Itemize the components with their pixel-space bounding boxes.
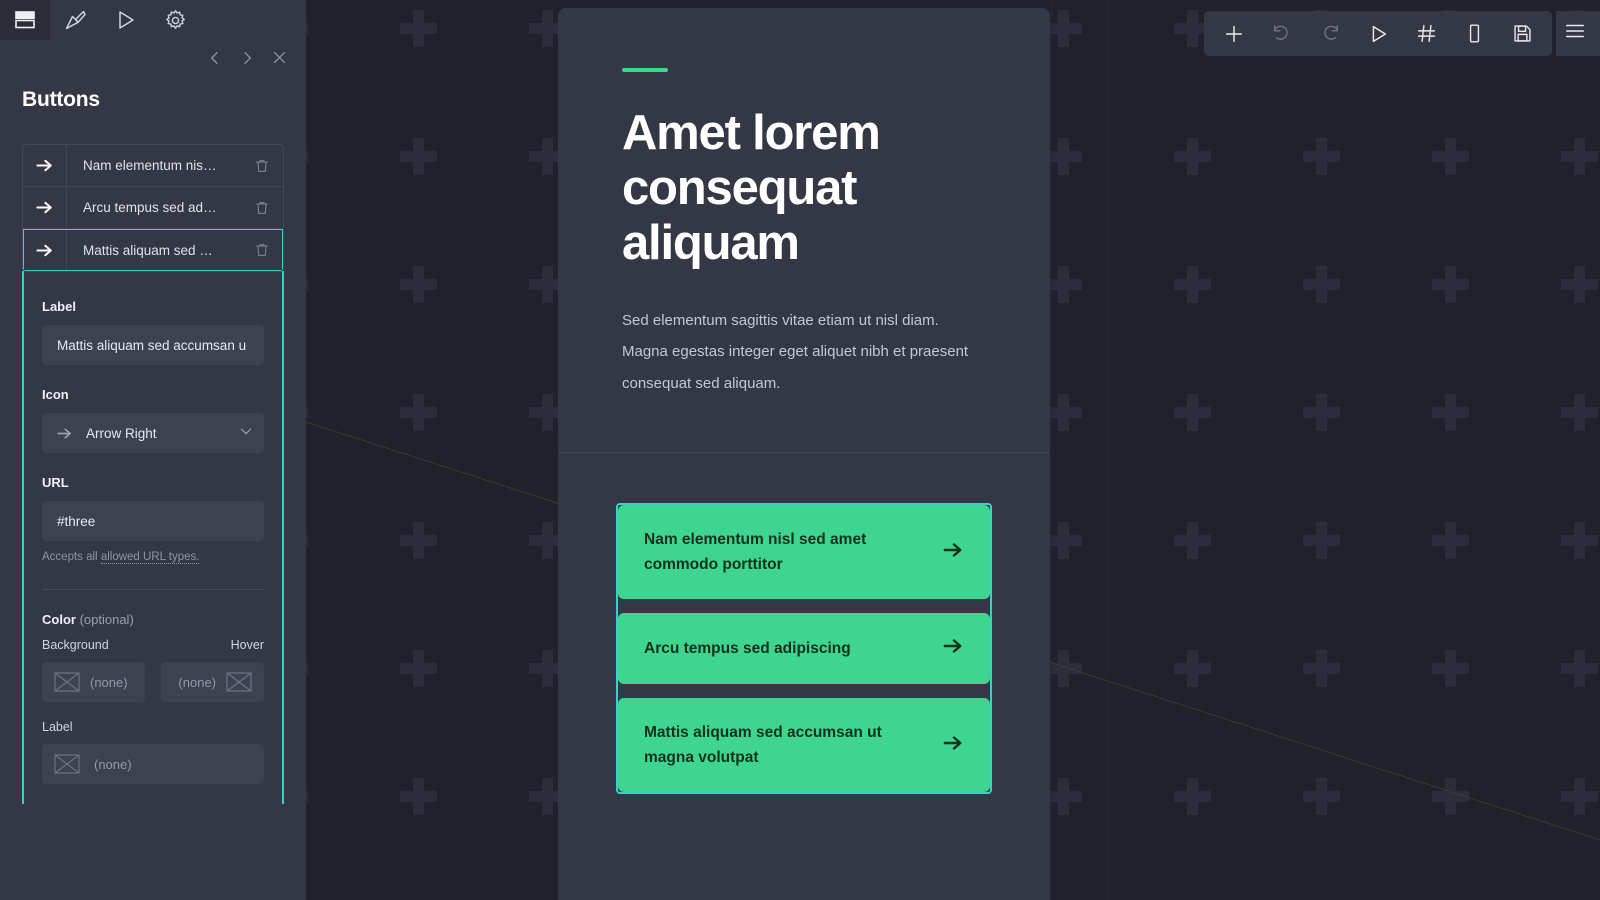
section-divider [42, 589, 264, 590]
button-group-selected[interactable]: Nam elementum nisl sed amet commodo port… [616, 503, 992, 795]
hero-accent-rule [622, 68, 668, 72]
arrow-right-icon [23, 145, 67, 186]
anchors-hash-button[interactable] [1402, 11, 1450, 56]
undo-button[interactable] [1258, 11, 1306, 56]
panel-nav [0, 40, 306, 80]
arrow-right-icon [23, 229, 67, 271]
trash-icon[interactable] [241, 229, 283, 271]
trash-icon[interactable] [241, 145, 283, 186]
no-color-icon [54, 669, 80, 695]
app-root: Amet lorem consequat aliquam Sed element… [0, 0, 1600, 900]
label-input[interactable]: Mattis aliquam sed accumsan u [42, 325, 264, 365]
preview-button-label: Mattis aliquam sed accumsan ut magna vol… [644, 724, 882, 767]
color-section-heading: Color (optional) [42, 612, 264, 627]
hover-color-value: (none) [178, 674, 216, 690]
arrow-right-icon [56, 425, 82, 442]
hover-color-swatch[interactable]: (none) [161, 662, 264, 702]
menu-button[interactable] [1556, 11, 1600, 56]
panel-close-button[interactable] [266, 47, 292, 73]
list-item-label: Nam elementum nis… [83, 158, 217, 173]
preview-button[interactable]: Mattis aliquam sed accumsan ut magna vol… [618, 698, 990, 793]
label-field-caption: Label [42, 299, 76, 314]
panel-next-button[interactable] [234, 47, 260, 73]
left-sidebar: Buttons Nam elementum nis… Arcu tempus s… [0, 0, 306, 900]
panel-prev-button[interactable] [202, 47, 228, 73]
background-color-swatch[interactable]: (none) [42, 662, 145, 702]
play-icon [113, 8, 137, 32]
list-item[interactable]: Arcu tempus sed ad… [23, 187, 283, 229]
url-input[interactable]: #three [42, 501, 264, 541]
no-color-icon [54, 751, 80, 777]
url-field-group: URL #three Accepts all allowed URL types… [42, 475, 264, 564]
redo-button[interactable] [1306, 11, 1354, 56]
label-color-value: (none) [94, 756, 132, 772]
url-help-link[interactable]: allowed URL types. [100, 551, 200, 564]
url-help-text: Accepts all allowed URL types. [42, 551, 264, 564]
list-item-selected[interactable]: Mattis aliquam sed … [23, 229, 283, 271]
tab-preview[interactable] [100, 0, 150, 40]
preview-card[interactable]: Amet lorem consequat aliquam Sed element… [558, 8, 1050, 900]
chevron-left-icon [207, 50, 223, 71]
icon-select[interactable]: Arrow Right [42, 413, 264, 453]
gear-icon [164, 9, 187, 32]
sidebar-tabstrip [0, 0, 306, 40]
preview-button-label: Arcu tempus sed adipiscing [644, 640, 851, 658]
preview-play-button[interactable] [1354, 11, 1402, 56]
icon-field-group: Icon Arrow Right [42, 387, 264, 453]
preview-button[interactable]: Arcu tempus sed adipiscing [618, 613, 990, 685]
tab-style[interactable] [50, 0, 100, 40]
arrow-right-icon [942, 732, 964, 759]
icon-field-caption: Icon [42, 387, 69, 402]
background-color-value: (none) [90, 674, 128, 690]
chevron-down-icon [238, 423, 254, 444]
paintbrush-icon [63, 8, 87, 32]
icon-select-value: Arrow Right [86, 425, 157, 441]
save-button[interactable] [1498, 11, 1546, 56]
hover-caption: Hover [230, 638, 264, 652]
no-color-icon [226, 669, 252, 695]
color-swatch-row: (none) (none) [42, 662, 264, 702]
arrow-right-icon [942, 635, 964, 662]
url-help-prefix: Accepts all [42, 551, 101, 563]
responsive-mobile-button[interactable] [1450, 11, 1498, 56]
panel-scroll-area[interactable]: Nam elementum nis… Arcu tempus sed ad… M… [0, 112, 306, 900]
arrow-right-icon [23, 187, 67, 228]
tab-layout[interactable] [0, 0, 50, 40]
hero-section[interactable]: Amet lorem consequat aliquam Sed element… [558, 8, 1050, 454]
hero-title: Amet lorem consequat aliquam [622, 106, 881, 270]
list-item[interactable]: Nam elementum nis… [23, 145, 283, 187]
top-toolbar [1204, 11, 1552, 56]
hero-body-text: Sed elementum sagittis vitae etiam ut ni… [622, 311, 969, 393]
preview-button-label: Nam elementum nisl sed amet commodo port… [644, 531, 867, 574]
color-section: Color (optional) Background Hover (none) [42, 612, 264, 784]
preview-button[interactable]: Nam elementum nisl sed amet commodo port… [618, 505, 990, 600]
hamburger-icon [1564, 20, 1586, 47]
button-repeater-list: Nam elementum nis… Arcu tempus sed ad… M… [22, 144, 284, 272]
tab-settings[interactable] [150, 0, 200, 40]
layout-icon [13, 8, 37, 32]
list-item-label: Mattis aliquam sed … [83, 242, 213, 258]
color-swatch-captions: Background Hover [42, 638, 264, 652]
add-button[interactable] [1210, 11, 1258, 56]
background-caption: Background [42, 638, 109, 652]
close-icon [271, 49, 288, 71]
color-heading-text: Color [42, 612, 76, 627]
arrow-right-icon [942, 539, 964, 566]
page-title: Buttons [22, 88, 100, 111]
trash-icon[interactable] [241, 187, 283, 228]
item-detail-panel: Label Mattis aliquam sed accumsan u Icon… [22, 271, 284, 804]
url-field-caption: URL [42, 475, 69, 490]
list-item-label: Arcu tempus sed ad… [83, 200, 217, 215]
label-color-swatch[interactable]: (none) [42, 744, 264, 784]
label-color-caption: Label [42, 720, 73, 734]
label-field-group: Label Mattis aliquam sed accumsan u [42, 299, 264, 365]
chevron-right-icon [239, 50, 255, 71]
color-heading-note: (optional) [79, 612, 134, 627]
